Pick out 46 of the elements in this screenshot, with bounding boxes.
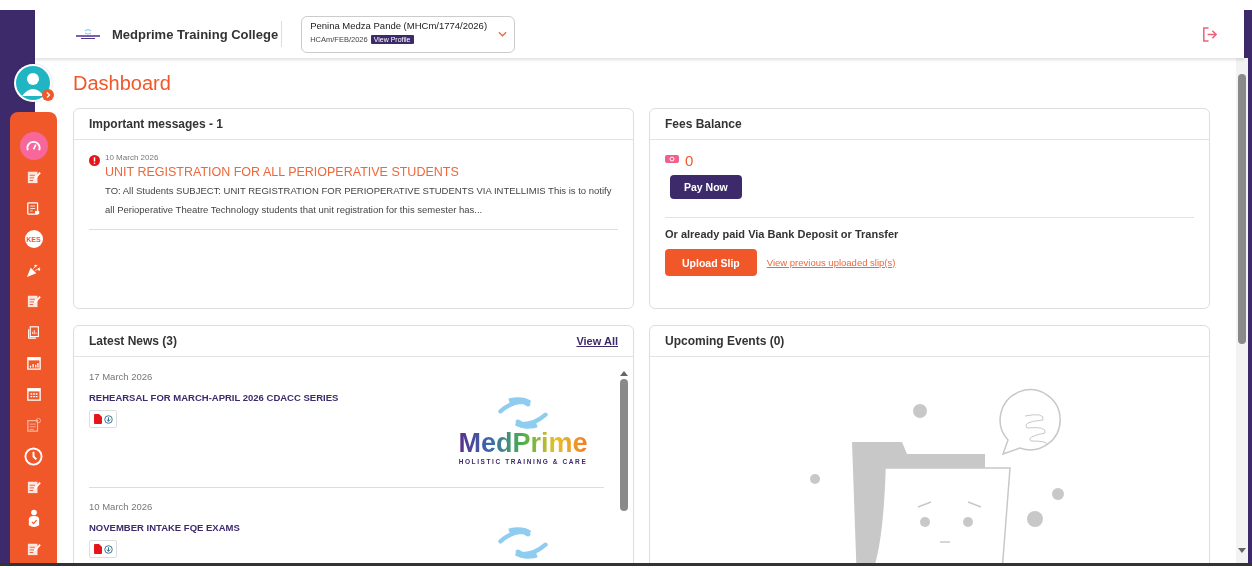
chevron-right-badge-icon[interactable] [42,89,54,101]
report-icon [27,324,40,340]
edit-icon [26,480,41,494]
news-title-link[interactable]: NOVEMBER INTAKE FQE EXAMS [89,522,240,533]
clock-icon [24,446,43,466]
download-icon [103,414,113,424]
scroll-down-icon [1238,548,1246,553]
fees-amount: 0 [685,152,694,169]
hands-logo-icon [497,527,549,559]
edit-icon [26,542,41,556]
pdf-file-icon [93,414,102,424]
calendar-chart-icon [26,356,41,370]
news-date: 17 March 2026 [89,371,154,382]
edit-icon [26,294,41,308]
banknote-icon [665,155,679,163]
calendar-icon [26,387,41,401]
card-title: Upcoming Events (0) [665,334,785,348]
pdf-file-icon [93,544,102,554]
download-icon [103,544,113,554]
logout-icon[interactable] [1201,25,1218,43]
message-body: TO: All Students SUBJECT: UNIT REGISTRATION FOR PERIOPERATIVE STUDENTS VIA INTELLIMIS This is to notify all Perioperative Theatre Technology students that unit registration for this semester has... [105,184,613,217]
message-date: 10 March 2026 [105,153,160,162]
card-title: Fees Balance [665,117,742,131]
card-title: Latest News (3) [89,334,178,348]
chevron-down-icon [498,30,508,37]
document-icon [27,201,40,215]
news-date: 10 March 2026 [89,501,154,512]
card-title: Important messages - 1 [89,117,224,131]
edit-icon [26,170,41,184]
college-name: Medprime Training College [112,26,279,42]
attachment-button[interactable] [89,410,117,428]
payment-note: Or already paid Via Bank Deposit or Transfer [665,228,900,240]
person-badge-icon [27,507,40,529]
view-all-link[interactable]: View All [576,335,618,347]
page-title: Dashboard [73,72,172,94]
party-popper-icon [26,262,41,278]
pay-now-button[interactable]: Pay Now [670,175,742,199]
college-logo-icon [75,28,101,40]
checklist-icon [26,418,41,432]
news-title-link[interactable]: REHEARSAL FOR MARCH-APRIL 2026 CDACC SERIES [89,392,339,403]
avatar[interactable] [14,64,52,102]
hands-logo-icon [497,397,549,429]
scrollbar[interactable] [1236,58,1248,563]
attachment-button[interactable] [89,540,117,558]
scroll-up-icon [619,371,628,376]
sidebar-item[interactable] [19,132,48,160]
